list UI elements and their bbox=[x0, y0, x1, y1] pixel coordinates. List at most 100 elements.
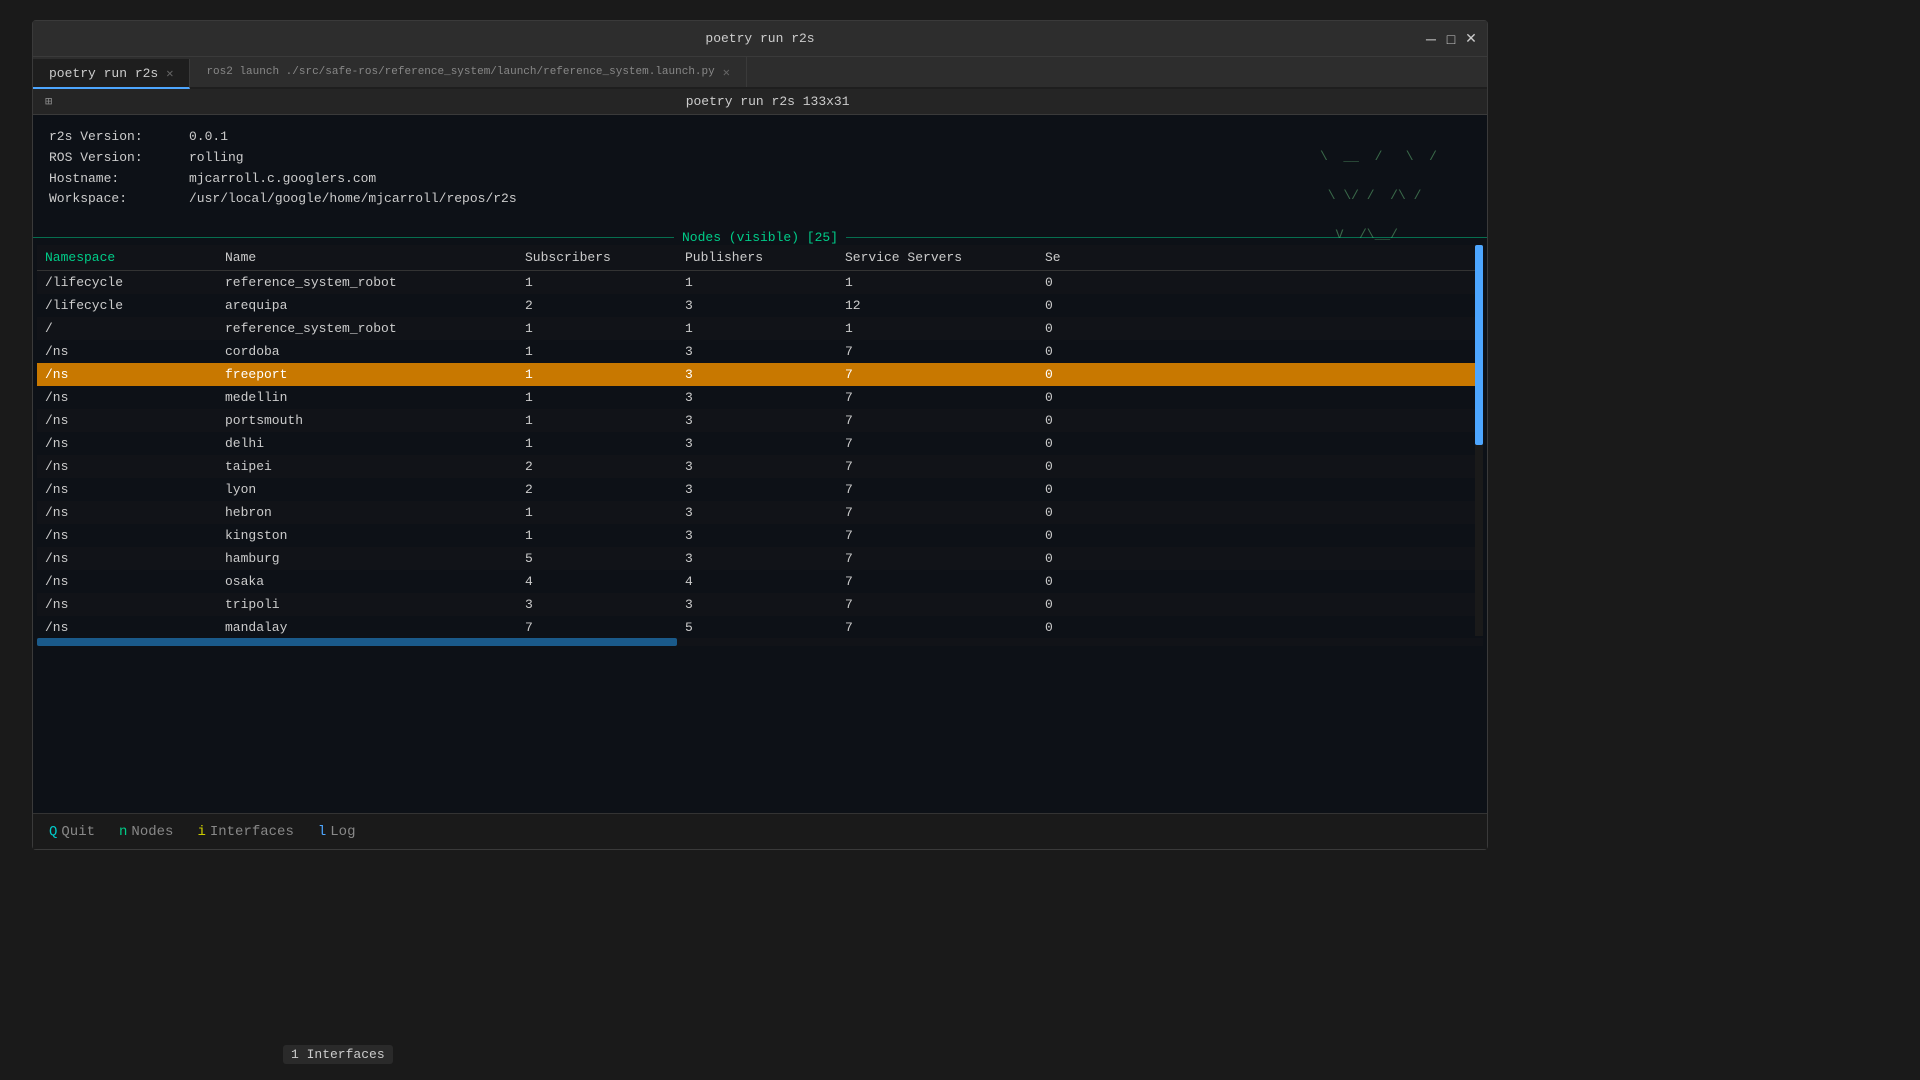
table-cell-2: 1 bbox=[517, 434, 677, 453]
table-cell-4: 7 bbox=[837, 365, 1037, 384]
status-log: l Log bbox=[318, 824, 356, 840]
log-key: l bbox=[318, 824, 326, 840]
table-row[interactable]: /lifecyclereference_system_robot1110 bbox=[37, 271, 1483, 294]
tab-bar: poetry run r2s ✕ ros2 launch ./src/safe-… bbox=[33, 57, 1487, 89]
table-cell-2: 3 bbox=[517, 595, 677, 614]
table-cell-0: /ns bbox=[37, 526, 217, 545]
info-row-ros: ROS Version: rolling bbox=[49, 148, 1471, 169]
table-row[interactable]: /nscordoba1370 bbox=[37, 340, 1483, 363]
quit-label: Quit bbox=[61, 824, 95, 840]
table-cell-2: 1 bbox=[517, 273, 677, 292]
table-cell-4: 7 bbox=[837, 457, 1037, 476]
table-row[interactable]: /nstripoli3370 bbox=[37, 593, 1483, 616]
table-row[interactable]: /nstaipei2370 bbox=[37, 455, 1483, 478]
table-row[interactable]: /nsportsmouth1370 bbox=[37, 409, 1483, 432]
tab-poetry-run[interactable]: poetry run r2s ✕ bbox=[33, 59, 190, 89]
table-cell-1: taipei bbox=[217, 457, 517, 476]
col-name: Name bbox=[217, 248, 517, 267]
table-cell-2: 2 bbox=[517, 296, 677, 315]
nodes-title: Nodes (visible) [25] bbox=[674, 230, 846, 245]
table-cell-2: 1 bbox=[517, 503, 677, 522]
minimize-button[interactable]: ─ bbox=[1423, 31, 1439, 47]
table-row[interactable]: /nsmandalay7570 bbox=[37, 616, 1483, 636]
close-button[interactable]: ✕ bbox=[1463, 31, 1479, 47]
terminal-window: poetry run r2s ─ □ ✕ poetry run r2s ✕ ro… bbox=[32, 20, 1488, 850]
table-cell-3: 3 bbox=[677, 365, 837, 384]
table-row[interactable]: /nsmedellin1370 bbox=[37, 386, 1483, 409]
tab-close-1[interactable]: ✕ bbox=[166, 66, 173, 81]
table-cell-0: /ns bbox=[37, 434, 217, 453]
tab-ros2-launch[interactable]: ros2 launch ./src/safe-ros/reference_sys… bbox=[190, 57, 747, 87]
table-cell-0: /ns bbox=[37, 480, 217, 499]
info-row-r2s: r2s Version: 0.0.1 bbox=[49, 127, 1471, 148]
table-cell-3: 3 bbox=[677, 411, 837, 430]
nodes-key: n bbox=[119, 824, 127, 840]
table-row[interactable]: /lifecyclearequipa23120 bbox=[37, 294, 1483, 317]
table-cell-1: medellin bbox=[217, 388, 517, 407]
ros-label: ROS Version: bbox=[49, 148, 189, 169]
table-body[interactable]: /lifecyclereference_system_robot1110/lif… bbox=[37, 271, 1483, 636]
interfaces-key: i bbox=[197, 824, 205, 840]
col-namespace: Namespace bbox=[37, 248, 217, 267]
table-row[interactable]: /nsosaka4470 bbox=[37, 570, 1483, 593]
table-row[interactable]: /nshamburg5370 bbox=[37, 547, 1483, 570]
table-cell-3: 1 bbox=[677, 319, 837, 338]
table-cell-0: /ns bbox=[37, 503, 217, 522]
table-row[interactable]: /reference_system_robot1110 bbox=[37, 317, 1483, 340]
table-cell-0: /lifecycle bbox=[37, 296, 217, 315]
table-cell-3: 1 bbox=[677, 273, 837, 292]
table-cell-0: /ns bbox=[37, 572, 217, 591]
table-cell-0: /ns bbox=[37, 411, 217, 430]
table-wrapper: Namespace Name Subscribers Publishers Se… bbox=[37, 245, 1483, 636]
table-row[interactable]: /nshebron1370 bbox=[37, 501, 1483, 524]
table-cell-3: 5 bbox=[677, 618, 837, 636]
col-se: Se bbox=[1037, 248, 1097, 267]
table-cell-1: portsmouth bbox=[217, 411, 517, 430]
table-row[interactable]: /nslyon2370 bbox=[37, 478, 1483, 501]
table-cell-0: /ns bbox=[37, 388, 217, 407]
nodes-title-bar: Nodes (visible) [25] bbox=[33, 230, 1487, 245]
window-controls: ─ □ ✕ bbox=[1423, 31, 1479, 47]
window-title: poetry run r2s bbox=[705, 31, 814, 46]
table-cell-4: 7 bbox=[837, 595, 1037, 614]
log-label: Log bbox=[330, 824, 355, 840]
interfaces-label: Interfaces bbox=[210, 824, 294, 840]
table-cell-3: 3 bbox=[677, 296, 837, 315]
table-cell-3: 3 bbox=[677, 457, 837, 476]
terminal-header: ⊞ poetry run r2s 133x31 bbox=[33, 89, 1487, 115]
table-cell-5: 0 bbox=[1037, 342, 1097, 361]
info-row-workspace: Workspace: /usr/local/google/home/mjcarr… bbox=[49, 189, 1471, 210]
info-section: r2s Version: 0.0.1 ROS Version: rolling … bbox=[33, 123, 1487, 214]
table-cell-5: 0 bbox=[1037, 411, 1097, 430]
table-cell-4: 7 bbox=[837, 342, 1037, 361]
table-cell-1: cordoba bbox=[217, 342, 517, 361]
scrollbar-thumb[interactable] bbox=[1475, 245, 1483, 445]
table-cell-2: 1 bbox=[517, 319, 677, 338]
table-cell-1: reference_system_robot bbox=[217, 273, 517, 292]
table-cell-3: 3 bbox=[677, 549, 837, 568]
table-row[interactable]: /nsdelhi1370 bbox=[37, 432, 1483, 455]
scrollbar-track[interactable] bbox=[1475, 245, 1483, 636]
quit-key: Q bbox=[49, 824, 57, 840]
table-cell-2: 1 bbox=[517, 526, 677, 545]
status-interfaces: i Interfaces bbox=[197, 824, 293, 840]
table-cell-1: delhi bbox=[217, 434, 517, 453]
horizontal-scroll-thumb[interactable] bbox=[37, 638, 677, 646]
table-cell-4: 12 bbox=[837, 296, 1037, 315]
table-cell-3: 3 bbox=[677, 388, 837, 407]
tab-close-2[interactable]: ✕ bbox=[723, 65, 730, 80]
table-cell-5: 0 bbox=[1037, 319, 1097, 338]
table-cell-4: 7 bbox=[837, 526, 1037, 545]
status-bar: Q Quit n Nodes i Interfaces l Log bbox=[33, 813, 1487, 849]
maximize-button[interactable]: □ bbox=[1443, 31, 1459, 47]
table-row[interactable]: /nsfreeport1370 bbox=[37, 363, 1483, 386]
table-cell-4: 1 bbox=[837, 319, 1037, 338]
tab-label-2: ros2 launch ./src/safe-ros/reference_sys… bbox=[206, 66, 714, 78]
table-cell-2: 1 bbox=[517, 388, 677, 407]
table-cell-1: lyon bbox=[217, 480, 517, 499]
title-bar: poetry run r2s ─ □ ✕ bbox=[33, 21, 1487, 57]
table-row[interactable]: /nskingston1370 bbox=[37, 524, 1483, 547]
col-publishers: Publishers bbox=[677, 248, 837, 267]
horizontal-scrollbar[interactable] bbox=[37, 638, 1483, 646]
table-cell-5: 0 bbox=[1037, 296, 1097, 315]
